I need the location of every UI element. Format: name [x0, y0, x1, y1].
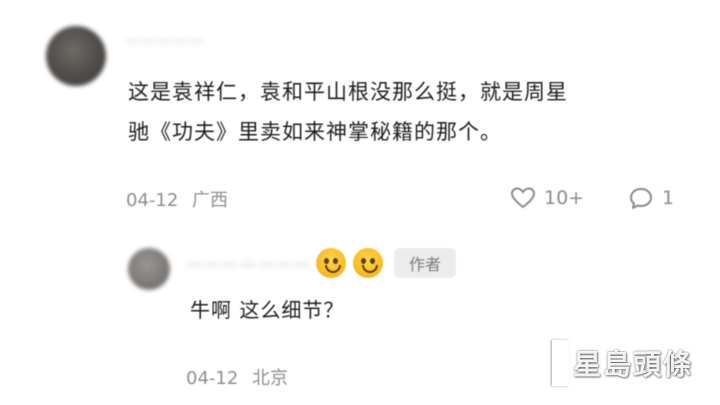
comment-meta: 04-12 广西 [126, 186, 228, 212]
heart-icon [510, 186, 536, 210]
like-button[interactable]: 10+ [510, 186, 584, 210]
reply-avatar[interactable] [128, 248, 170, 290]
author-badge: 作者 [394, 248, 456, 278]
smile-emoji-icon [316, 248, 346, 278]
watermark-logo: 星島頭條 [552, 340, 693, 386]
reply-meta: 04-12 北京 [186, 364, 288, 390]
watermark-text: 星島頭條 [573, 348, 694, 381]
comment-text: 这是袁祥仁，袁和平山根没那么挺，就是周星 驰《功夫》里卖如来神掌秘籍的那个。 [128, 72, 688, 152]
reply-username[interactable]: 一一一一一一一 [186, 252, 312, 276]
reply-location: 北京 [252, 368, 289, 389]
smile-emoji-icon [353, 248, 383, 278]
comment-text-line: 这是袁祥仁，袁和平山根没那么挺，就是周星 [128, 80, 568, 104]
comment-location: 广西 [192, 190, 229, 211]
comment-text-line: 驰《功夫》里卖如来神掌秘籍的那个。 [128, 120, 502, 144]
comment-bubble-icon [628, 186, 654, 210]
watermark-bracket [552, 340, 569, 386]
reply-button[interactable]: 1 [628, 186, 674, 210]
username[interactable]: 一一一一一 [126, 32, 206, 52]
reply-date: 04-12 [186, 368, 239, 389]
reply-text: 牛啊 这么细节？ [190, 298, 345, 322]
avatar[interactable] [46, 26, 106, 86]
comment-date: 04-12 [126, 190, 179, 211]
comment-thread: 一一一一一 这是袁祥仁，袁和平山根没那么挺，就是周星 驰《功夫》里卖如来神掌秘籍… [0, 0, 720, 405]
reply-count: 1 [662, 187, 675, 209]
like-count: 10+ [544, 187, 585, 209]
